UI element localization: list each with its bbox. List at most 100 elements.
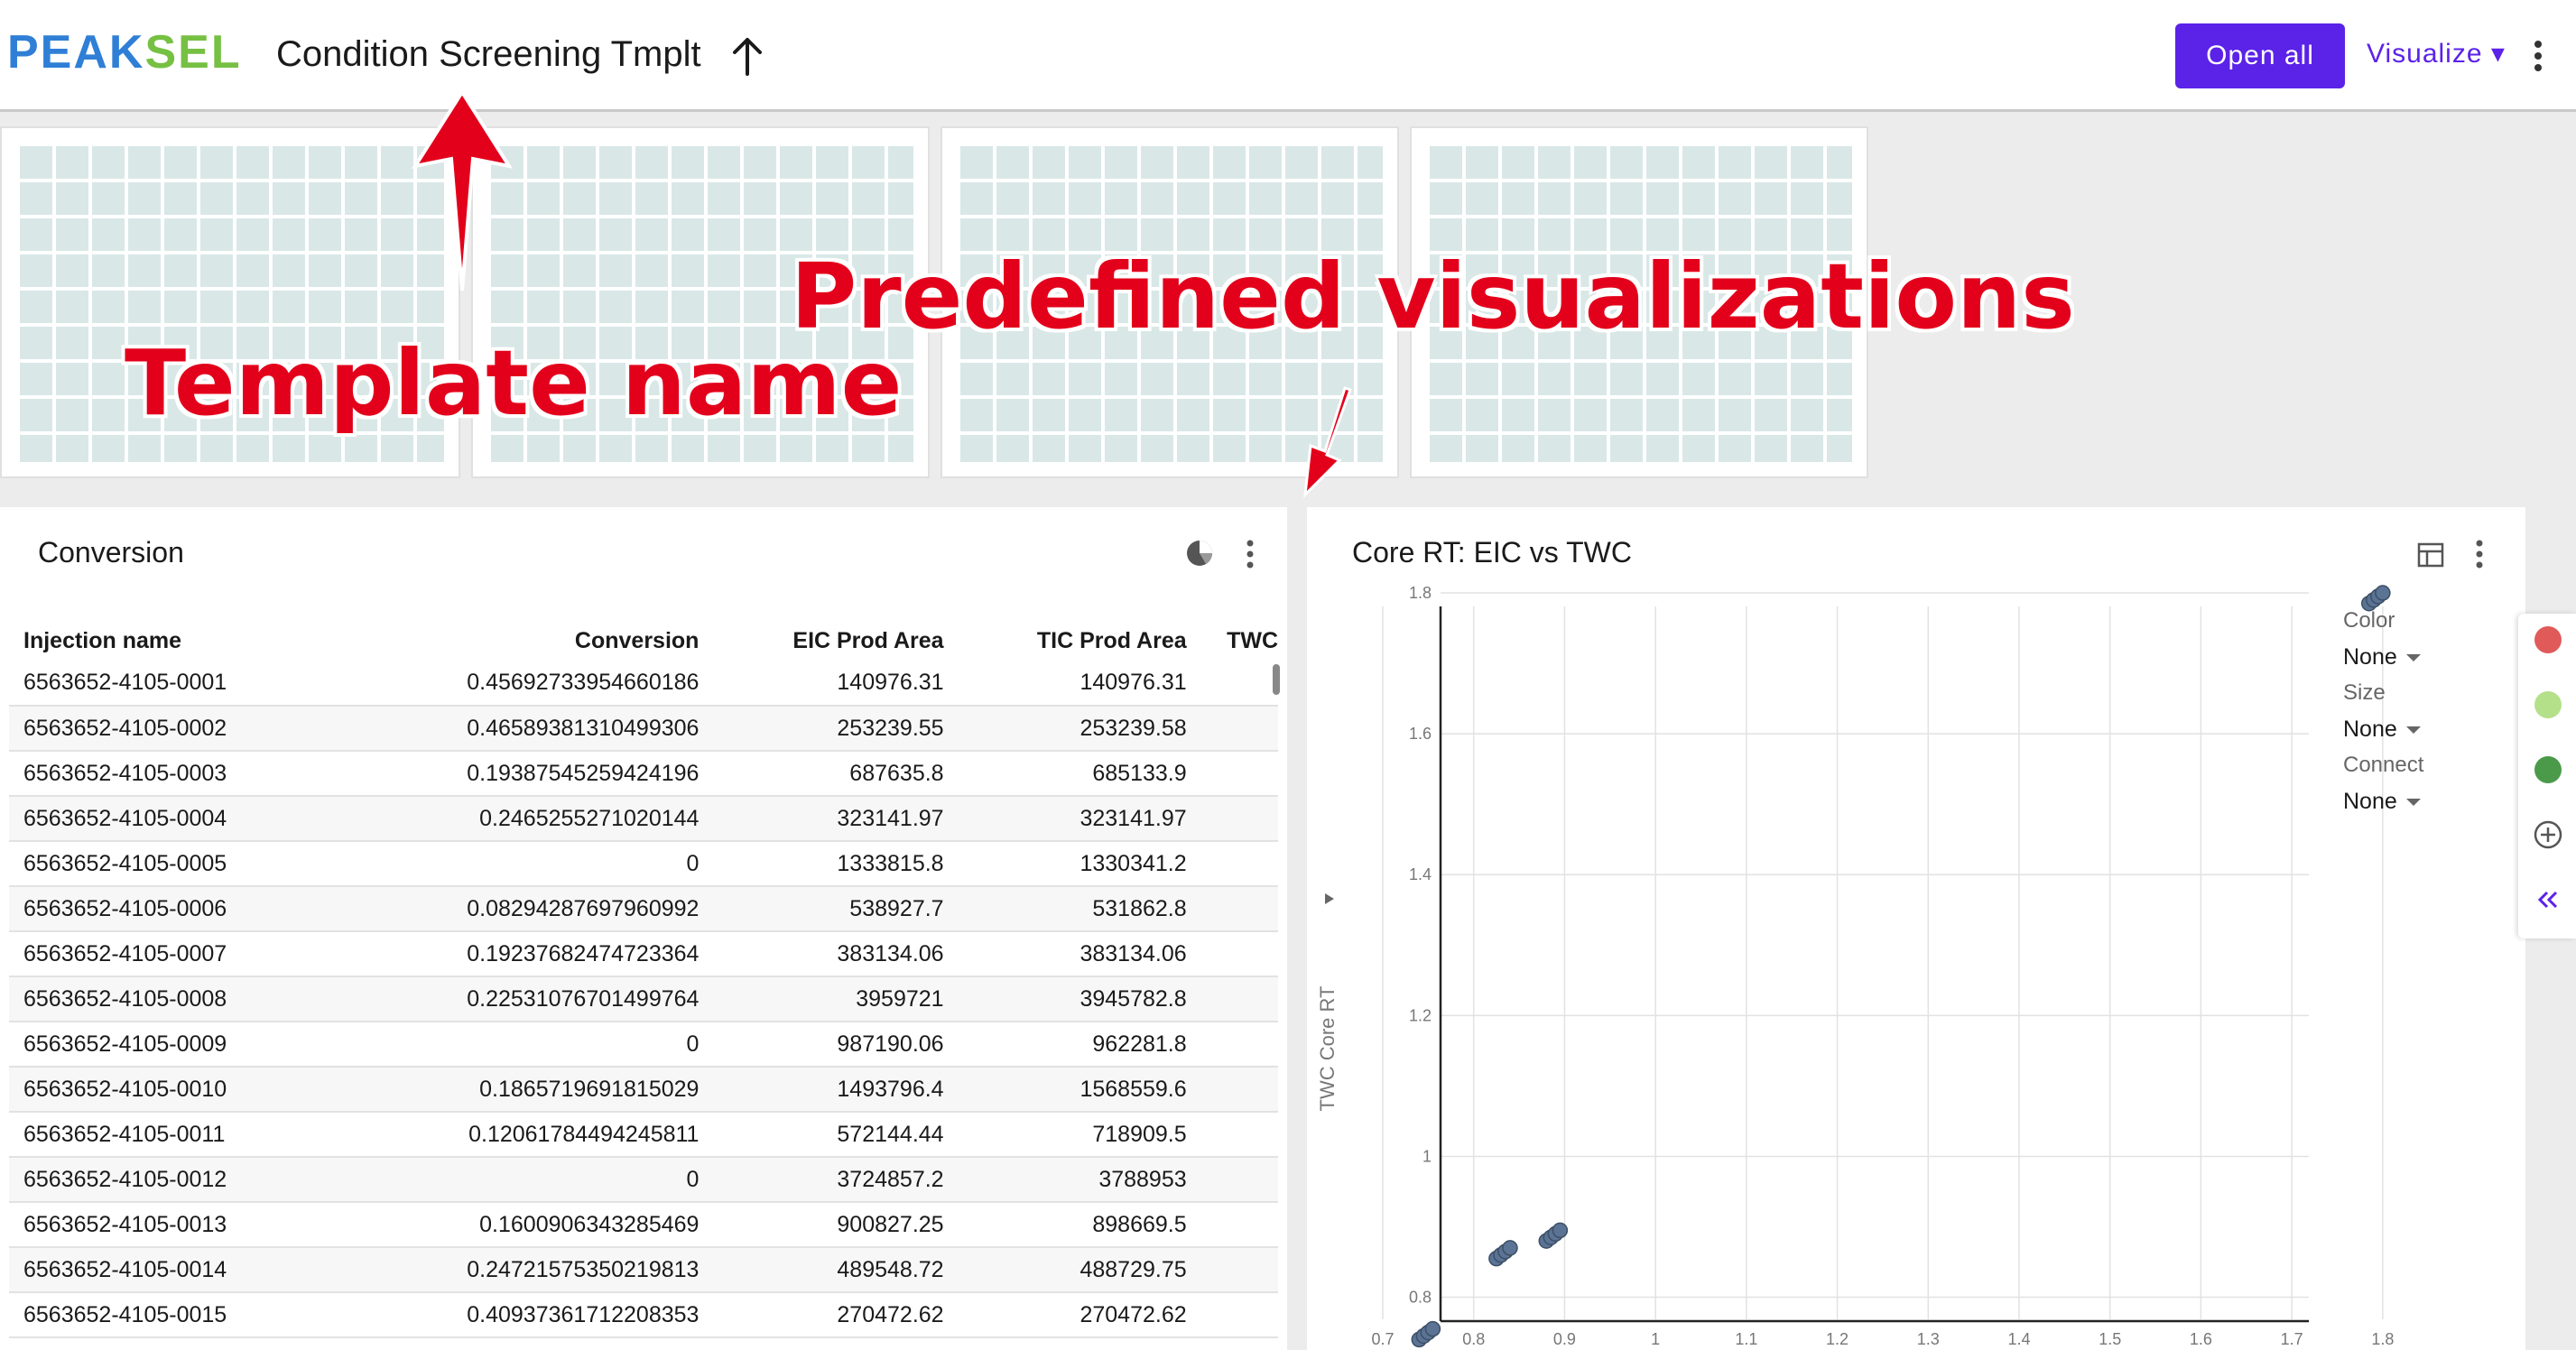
table-cell: 6563652-4105-0011 <box>9 1112 352 1158</box>
logo-part-2: SEL <box>144 26 242 79</box>
y-axis-label: TWC Core RT <box>1316 986 1339 1112</box>
color-swatch-light-green[interactable] <box>2534 691 2562 718</box>
dropdown-caret-icon <box>2405 799 2421 807</box>
table-cell <box>1202 751 1278 797</box>
table-cell: 1333815.8 <box>715 841 960 887</box>
table-cell: 253239.58 <box>959 706 1203 752</box>
arrow-up-icon[interactable] <box>729 36 765 76</box>
color-swatch-red[interactable] <box>2534 626 2562 653</box>
table-row[interactable]: 6563652-4105-0005 0 1333815.8 1330341.2 <box>9 841 1278 887</box>
table-cell: 0.24721575350219813 <box>351 1247 716 1293</box>
table-cell <box>1202 1067 1278 1113</box>
table-cell: 538927.7 <box>715 886 960 932</box>
table-cell: 0.1865719691815029 <box>351 1067 716 1113</box>
table-cell: 0.40937361712208353 <box>351 1292 716 1338</box>
table-cell <box>1202 931 1278 977</box>
scatter-point[interactable] <box>1552 1222 1569 1239</box>
table-cell: 0.2465255271020144 <box>351 796 716 842</box>
table-cell <box>1202 841 1278 887</box>
double-chevron-left-icon[interactable] <box>2533 884 2563 915</box>
x-tick-label: 1 <box>1651 1330 1660 1348</box>
x-tick-label: 1.8 <box>2371 1330 2394 1348</box>
table-cell <box>1202 706 1278 752</box>
scatter-chart[interactable]: 0.7 0.8 0.9 1 1.1 1.2 1.3 1.4 1.5 1.6 1.7 1.8 0.8 1 1.… <box>1307 507 2525 1350</box>
panel-menu-icon[interactable] <box>1246 540 1255 569</box>
table-cell: 6563652-4105-0004 <box>9 796 352 842</box>
table-row[interactable]: 6563652-4105-0007 0.19237682474723364 3831… <box>9 931 1278 977</box>
table-cell: 0.22531076701499764 <box>351 976 716 1022</box>
x-tick-label: 0.7 <box>1371 1330 1394 1348</box>
table-cell: 488729.75 <box>959 1247 1203 1293</box>
table-cell: 687635.8 <box>715 751 960 797</box>
table-row[interactable]: 6563652-4105-0012 0 3724857.2 3788953 <box>9 1157 1278 1203</box>
scatter-point[interactable] <box>2375 585 2391 601</box>
table-row[interactable]: 6563652-4105-0013 0.1600906343285469 90082… <box>9 1202 1278 1248</box>
table-cell: 6563652-4105-0002 <box>9 706 352 752</box>
table-row[interactable]: 6563652-4105-0003 0.19387545259424196 6876… <box>9 751 1278 797</box>
table-row[interactable]: 6563652-4105-0010 0.1865719691815029 14937… <box>9 1067 1278 1113</box>
pie-chart-icon[interactable] <box>1184 538 1215 569</box>
table-cell: 0.12061784494245811 <box>351 1112 716 1158</box>
template-title[interactable]: Condition Screening Tmplt <box>276 34 701 75</box>
table-cell <box>1202 976 1278 1022</box>
column-header[interactable]: Conversion <box>352 621 716 661</box>
column-header[interactable]: TWC <box>1203 621 1278 661</box>
column-header[interactable]: Injection name <box>9 621 352 661</box>
size-select[interactable]: None <box>2343 717 2421 743</box>
y-tick-label: 1 <box>1422 1147 1432 1165</box>
column-header[interactable]: EIC Prod Area <box>715 621 959 661</box>
table-row[interactable]: 6563652-4105-0011 0.12061784494245811 5721… <box>9 1112 1278 1158</box>
column-header[interactable]: TIC Prod Area <box>960 621 1203 661</box>
table-cell: 6563652-4105-0005 <box>9 841 352 887</box>
open-all-button[interactable]: Open all <box>2175 23 2345 88</box>
table-cell: 6563652-4105-0012 <box>9 1157 352 1203</box>
peaksel-logo[interactable]: PEAKSEL <box>7 25 242 79</box>
table-cell: 6563652-4105-0008 <box>9 976 352 1022</box>
table-row[interactable]: 6563652-4105-0004 0.2465255271020144 32314… <box>9 796 1278 842</box>
logo-part-1: PEAK <box>7 26 145 79</box>
table-cell <box>1202 1247 1278 1293</box>
x-tick-label: 0.9 <box>1553 1330 1576 1348</box>
color-label: Color <box>2343 608 2395 633</box>
scatter-point[interactable] <box>1424 1320 1441 1337</box>
table-row[interactable]: 6563652-4105-0001 0.45692733954660186 1409… <box>9 661 1278 707</box>
table-row[interactable]: 6563652-4105-0006 0.08294287697960992 5389… <box>9 886 1278 932</box>
x-tick-label: 1.2 <box>1826 1330 1849 1348</box>
visualize-menu-button[interactable]: Visualize ▾ <box>2367 38 2506 69</box>
table-cell <box>1202 661 1278 707</box>
table-cell <box>1202 1157 1278 1203</box>
connect-select[interactable]: None <box>2343 789 2421 815</box>
table-cell: 962281.8 <box>959 1022 1203 1068</box>
table-cell: 1568559.6 <box>959 1067 1203 1113</box>
table-cell: 685133.9 <box>959 751 1203 797</box>
panel-title: Conversion <box>38 536 184 569</box>
table-cell: 489548.72 <box>715 1247 960 1293</box>
table-cell: 718909.5 <box>959 1112 1203 1158</box>
table-cell: 6563652-4105-0007 <box>9 931 352 977</box>
color-select[interactable]: None <box>2343 644 2421 670</box>
table-cell: 6563652-4105-0003 <box>9 751 352 797</box>
table-scrollbar[interactable] <box>1273 664 1280 695</box>
scatter-point[interactable] <box>1502 1240 1518 1256</box>
table-cell: 140976.31 <box>715 661 960 707</box>
table-cell: 0.45692733954660186 <box>351 661 716 707</box>
more-vert-icon[interactable] <box>2533 40 2544 72</box>
size-label: Size <box>2343 680 2386 705</box>
conversion-panel: Conversion Injection name Conversion EIC… <box>0 507 1287 1350</box>
color-swatch-green[interactable] <box>2534 756 2562 783</box>
x-tick-label: 1.4 <box>2007 1330 2030 1348</box>
table-row[interactable]: 6563652-4105-0009 0 987190.06 962281.8 <box>9 1022 1278 1068</box>
table-cell: 0 <box>351 1022 716 1068</box>
table-row[interactable]: 6563652-4105-0002 0.46589381310499306 2532… <box>9 706 1278 752</box>
table-row[interactable]: 6563652-4105-0008 0.22531076701499764 3959… <box>9 976 1278 1022</box>
table-row[interactable]: 6563652-4105-0015 0.40937361712208353 2704… <box>9 1292 1278 1338</box>
table-cell: 3959721 <box>715 976 960 1022</box>
table-row[interactable]: 6563652-4105-0014 0.24721575350219813 4895… <box>9 1247 1278 1293</box>
table-cell: 0 <box>351 841 716 887</box>
table-cell: 531862.8 <box>959 886 1203 932</box>
y-tick-label: 1.8 <box>1409 584 1432 602</box>
table-cell: 0.46589381310499306 <box>351 706 716 752</box>
y-axis-caret-icon <box>1325 893 1334 904</box>
table-header-row: Injection name Conversion EIC Prod Area … <box>9 621 1278 661</box>
plus-circle-icon[interactable] <box>2533 819 2563 850</box>
